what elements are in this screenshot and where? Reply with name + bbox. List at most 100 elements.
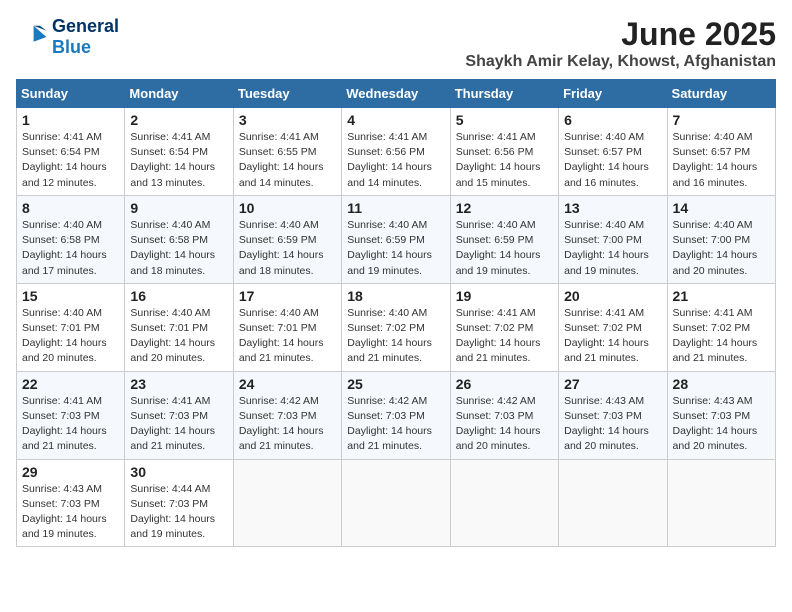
- calendar-cell: 20Sunrise: 4:41 AM Sunset: 7:02 PM Dayli…: [559, 283, 667, 371]
- calendar-cell: 19 Sunrise: 4:41 AM Sunset: 7:02 PM Dayli…: [450, 283, 558, 371]
- day-number: 18: [347, 288, 444, 304]
- day-number: 16: [130, 288, 227, 304]
- calendar-cell: 26Sunrise: 4:42 AM Sunset: 7:03 PM Dayli…: [450, 371, 558, 459]
- day-info: Sunrise: 4:41 AM Sunset: 7:02 PM Dayligh…: [564, 306, 661, 367]
- calendar-cell: 8 Sunrise: 4:40 AM Sunset: 6:58 PM Daylig…: [17, 195, 125, 283]
- weekday-header-thursday: Thursday: [450, 80, 558, 108]
- day-info: Sunrise: 4:40 AM Sunset: 7:01 PM Dayligh…: [239, 306, 336, 367]
- day-number: 8: [22, 200, 119, 216]
- calendar-cell: 1Sunrise: 4:41 AM Sunset: 6:54 PM Daylig…: [17, 108, 125, 196]
- calendar-cell: [667, 459, 775, 547]
- page-subtitle: Shaykh Amir Kelay, Khowst, Afghanistan: [465, 53, 776, 71]
- day-number: 12: [456, 200, 553, 216]
- calendar-cell: 11 Sunrise: 4:40 AM Sunset: 6:59 PM Dayli…: [342, 195, 450, 283]
- day-info: Sunrise: 4:40 AM Sunset: 6:57 PM Dayligh…: [673, 130, 770, 191]
- day-number: 7: [673, 112, 770, 128]
- day-info: Sunrise: 4:41 AM Sunset: 7:03 PM Dayligh…: [130, 394, 227, 455]
- title-area: June 2025 Shaykh Amir Kelay, Khowst, Afg…: [465, 16, 776, 71]
- day-number: 13: [564, 200, 661, 216]
- calendar-cell: 15 Sunrise: 4:40 AM Sunset: 7:01 PM Dayli…: [17, 283, 125, 371]
- calendar-cell: [342, 459, 450, 547]
- day-number: 9: [130, 200, 227, 216]
- day-info: Sunrise: 4:41 AM Sunset: 7:02 PM Dayligh…: [456, 306, 553, 367]
- calendar-cell: 23 Sunrise: 4:41 AM Sunset: 7:03 PM Dayli…: [125, 371, 233, 459]
- calendar-week-row: 1Sunrise: 4:41 AM Sunset: 6:54 PM Daylig…: [17, 108, 776, 196]
- day-number: 30: [130, 464, 227, 480]
- day-number: 10: [239, 200, 336, 216]
- day-info: Sunrise: 4:40 AM Sunset: 7:02 PM Dayligh…: [347, 306, 444, 367]
- calendar-cell: 10 Sunrise: 4:40 AM Sunset: 6:59 PM Dayli…: [233, 195, 341, 283]
- calendar-cell: 7 Sunrise: 4:40 AM Sunset: 6:57 PM Daylig…: [667, 108, 775, 196]
- day-number: 4: [347, 112, 444, 128]
- calendar-cell: 21Sunrise: 4:41 AM Sunset: 7:02 PM Dayli…: [667, 283, 775, 371]
- day-info: Sunrise: 4:44 AM Sunset: 7:03 PM Dayligh…: [130, 482, 227, 543]
- calendar-cell: 22 Sunrise: 4:41 AM Sunset: 7:03 PM Dayli…: [17, 371, 125, 459]
- calendar-cell: 4 Sunrise: 4:41 AM Sunset: 6:56 PM Daylig…: [342, 108, 450, 196]
- day-info: Sunrise: 4:41 AM Sunset: 6:56 PM Dayligh…: [347, 130, 444, 191]
- day-info: Sunrise: 4:43 AM Sunset: 7:03 PM Dayligh…: [673, 394, 770, 455]
- day-number: 22: [22, 376, 119, 392]
- calendar-cell: 14 Sunrise: 4:40 AM Sunset: 7:00 PM Dayli…: [667, 195, 775, 283]
- day-number: 14: [673, 200, 770, 216]
- day-number: 28: [673, 376, 770, 392]
- day-info: Sunrise: 4:42 AM Sunset: 7:03 PM Dayligh…: [239, 394, 336, 455]
- logo-text: General Blue: [52, 16, 119, 57]
- calendar-body: 1Sunrise: 4:41 AM Sunset: 6:54 PM Daylig…: [17, 108, 776, 547]
- day-number: 19: [456, 288, 553, 304]
- logo: General Blue: [16, 16, 119, 57]
- day-info: Sunrise: 4:40 AM Sunset: 7:00 PM Dayligh…: [564, 218, 661, 279]
- day-info: Sunrise: 4:41 AM Sunset: 6:56 PM Dayligh…: [456, 130, 553, 191]
- day-number: 17: [239, 288, 336, 304]
- calendar-cell: 30 Sunrise: 4:44 AM Sunset: 7:03 PM Dayli…: [125, 459, 233, 547]
- day-info: Sunrise: 4:41 AM Sunset: 6:55 PM Dayligh…: [239, 130, 336, 191]
- weekday-header-wednesday: Wednesday: [342, 80, 450, 108]
- day-info: Sunrise: 4:40 AM Sunset: 6:59 PM Dayligh…: [456, 218, 553, 279]
- day-info: Sunrise: 4:42 AM Sunset: 7:03 PM Dayligh…: [347, 394, 444, 455]
- weekday-header-saturday: Saturday: [667, 80, 775, 108]
- calendar-table: SundayMondayTuesdayWednesdayThursdayFrid…: [16, 79, 776, 547]
- day-number: 29: [22, 464, 119, 480]
- calendar-cell: 24 Sunrise: 4:42 AM Sunset: 7:03 PM Dayli…: [233, 371, 341, 459]
- day-info: Sunrise: 4:40 AM Sunset: 6:58 PM Dayligh…: [22, 218, 119, 279]
- day-info: Sunrise: 4:40 AM Sunset: 6:57 PM Dayligh…: [564, 130, 661, 191]
- calendar-week-row: 8 Sunrise: 4:40 AM Sunset: 6:58 PM Daylig…: [17, 195, 776, 283]
- calendar-cell: 2Sunrise: 4:41 AM Sunset: 6:54 PM Daylig…: [125, 108, 233, 196]
- day-info: Sunrise: 4:43 AM Sunset: 7:03 PM Dayligh…: [22, 482, 119, 543]
- day-info: Sunrise: 4:41 AM Sunset: 7:02 PM Dayligh…: [673, 306, 770, 367]
- calendar-week-row: 15 Sunrise: 4:40 AM Sunset: 7:01 PM Dayli…: [17, 283, 776, 371]
- calendar-cell: 16 Sunrise: 4:40 AM Sunset: 7:01 PM Dayli…: [125, 283, 233, 371]
- calendar-cell: [450, 459, 558, 547]
- day-number: 27: [564, 376, 661, 392]
- day-info: Sunrise: 4:40 AM Sunset: 6:59 PM Dayligh…: [239, 218, 336, 279]
- day-info: Sunrise: 4:43 AM Sunset: 7:03 PM Dayligh…: [564, 394, 661, 455]
- calendar-cell: 17 Sunrise: 4:40 AM Sunset: 7:01 PM Dayli…: [233, 283, 341, 371]
- calendar-header: SundayMondayTuesdayWednesdayThursdayFrid…: [17, 80, 776, 108]
- calendar-cell: 5 Sunrise: 4:41 AM Sunset: 6:56 PM Daylig…: [450, 108, 558, 196]
- day-info: Sunrise: 4:40 AM Sunset: 7:01 PM Dayligh…: [130, 306, 227, 367]
- day-number: 5: [456, 112, 553, 128]
- calendar-cell: 13 Sunrise: 4:40 AM Sunset: 7:00 PM Dayli…: [559, 195, 667, 283]
- day-number: 11: [347, 200, 444, 216]
- header: General Blue June 2025 Shaykh Amir Kelay…: [16, 16, 776, 71]
- day-number: 25: [347, 376, 444, 392]
- day-info: Sunrise: 4:41 AM Sunset: 6:54 PM Dayligh…: [22, 130, 119, 191]
- weekday-header-row: SundayMondayTuesdayWednesdayThursdayFrid…: [17, 80, 776, 108]
- calendar-cell: 25 Sunrise: 4:42 AM Sunset: 7:03 PM Dayli…: [342, 371, 450, 459]
- logo-icon: [16, 21, 48, 53]
- day-info: Sunrise: 4:41 AM Sunset: 7:03 PM Dayligh…: [22, 394, 119, 455]
- day-number: 23: [130, 376, 227, 392]
- day-number: 24: [239, 376, 336, 392]
- day-info: Sunrise: 4:40 AM Sunset: 6:59 PM Dayligh…: [347, 218, 444, 279]
- calendar-cell: 6 Sunrise: 4:40 AM Sunset: 6:57 PM Daylig…: [559, 108, 667, 196]
- weekday-header-tuesday: Tuesday: [233, 80, 341, 108]
- calendar-cell: [559, 459, 667, 547]
- weekday-header-sunday: Sunday: [17, 80, 125, 108]
- day-info: Sunrise: 4:40 AM Sunset: 7:00 PM Dayligh…: [673, 218, 770, 279]
- day-info: Sunrise: 4:40 AM Sunset: 7:01 PM Dayligh…: [22, 306, 119, 367]
- calendar-cell: 28 Sunrise: 4:43 AM Sunset: 7:03 PM Dayli…: [667, 371, 775, 459]
- weekday-header-friday: Friday: [559, 80, 667, 108]
- day-number: 6: [564, 112, 661, 128]
- calendar-cell: 29 Sunrise: 4:43 AM Sunset: 7:03 PM Dayli…: [17, 459, 125, 547]
- day-number: 15: [22, 288, 119, 304]
- day-number: 26: [456, 376, 553, 392]
